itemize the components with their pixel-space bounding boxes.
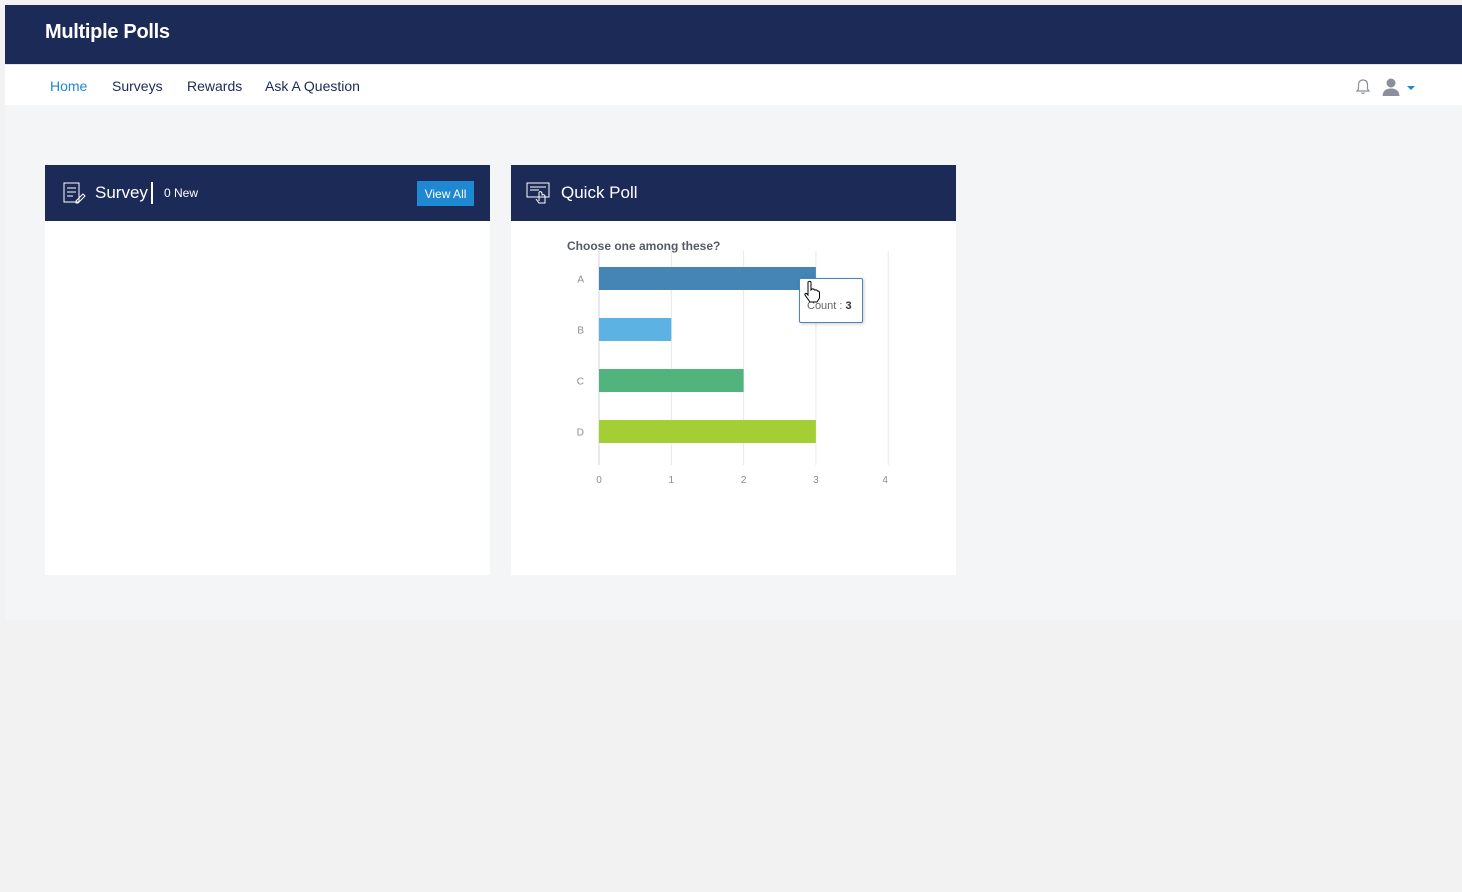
category-label: B bbox=[577, 326, 584, 337]
x-tick-label: 1 bbox=[669, 475, 675, 486]
hand-cursor-icon bbox=[804, 280, 820, 303]
poll-hand-icon bbox=[526, 182, 550, 204]
nav-bar: Home Surveys Rewards Ask A Question bbox=[5, 64, 1462, 106]
bar-b bbox=[599, 318, 672, 341]
caret-down-icon[interactable] bbox=[1406, 85, 1416, 91]
x-tick-label: 2 bbox=[741, 475, 747, 486]
view-all-button[interactable]: View All bbox=[417, 181, 474, 206]
app-title: Multiple Polls bbox=[45, 21, 170, 43]
new-survey-count: 0 New bbox=[164, 186, 199, 200]
nav-item-home[interactable]: Home bbox=[50, 78, 87, 94]
bar-c bbox=[599, 369, 744, 392]
bar-d bbox=[599, 420, 816, 443]
survey-document-icon bbox=[63, 182, 86, 204]
x-tick-label: 3 bbox=[813, 475, 819, 486]
survey-panel-title: Survey bbox=[95, 183, 148, 202]
category-label: A bbox=[577, 275, 584, 286]
bar-a bbox=[599, 267, 816, 290]
dashboard-content: Survey 0 New View All Quick Poll Choose … bbox=[5, 105, 1462, 620]
x-tick-label: 0 bbox=[596, 475, 602, 486]
category-label: D bbox=[577, 428, 584, 439]
app-frame: Multiple Polls Home Surveys Rewards Ask … bbox=[5, 5, 1462, 892]
category-label: C bbox=[577, 377, 584, 388]
title-divider bbox=[151, 182, 153, 204]
top-bar: Multiple Polls bbox=[5, 5, 1462, 64]
quick-poll-panel-header: Quick Poll bbox=[511, 165, 956, 221]
quick-poll-panel: Quick Poll Choose one among these? 01234… bbox=[511, 165, 956, 575]
quick-poll-panel-title: Quick Poll bbox=[561, 183, 638, 202]
nav-item-rewards[interactable]: Rewards bbox=[187, 78, 242, 94]
bell-icon[interactable] bbox=[1354, 78, 1372, 96]
nav-item-ask-a-question[interactable]: Ask A Question bbox=[265, 78, 360, 94]
poll-results-chart: 0 1 2 3 4 A B C D bbox=[577, 251, 889, 486]
survey-panel-header: Survey 0 New View All bbox=[45, 165, 490, 221]
tooltip-value: 3 bbox=[845, 300, 852, 312]
nav-item-surveys[interactable]: Surveys bbox=[112, 78, 163, 94]
x-tick-label: 4 bbox=[882, 475, 888, 486]
user-icon[interactable] bbox=[1381, 77, 1401, 97]
survey-panel: Survey 0 New View All bbox=[45, 165, 490, 575]
